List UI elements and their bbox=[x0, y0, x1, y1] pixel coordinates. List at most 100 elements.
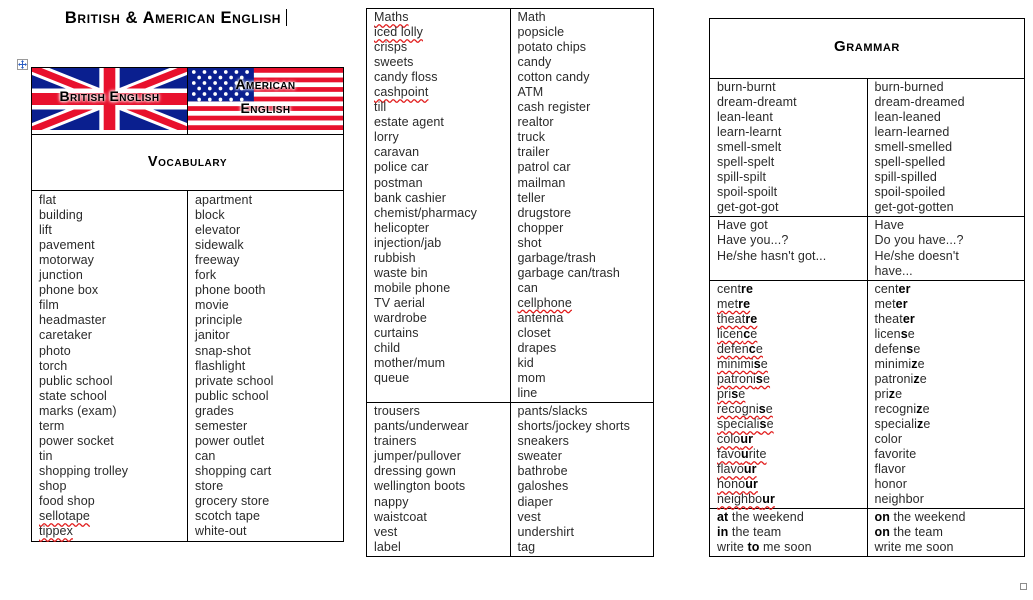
highlighted-letters: z bbox=[917, 417, 924, 432]
highlighted-letters: u bbox=[741, 447, 749, 462]
list-item: lorry bbox=[374, 130, 399, 145]
list-item: burn-burnt bbox=[717, 80, 776, 94]
misspelled-word: prise bbox=[717, 386, 746, 401]
list-item: candy floss bbox=[374, 70, 438, 85]
spelling-word: recognize bbox=[874, 401, 930, 416]
list-item: child bbox=[374, 341, 401, 356]
list-item: diaper bbox=[517, 494, 553, 509]
list-item: mailman bbox=[517, 175, 566, 190]
misspelled-word: flavour bbox=[717, 462, 757, 477]
list-item: power socket bbox=[39, 433, 114, 448]
list-item: injection/jab bbox=[374, 235, 442, 250]
list-item: lift bbox=[39, 223, 52, 238]
highlighted-letters: s bbox=[731, 386, 739, 401]
list-item: caravan bbox=[374, 145, 420, 160]
have-got-row: Have got Have you...? He/she hasn't got...… bbox=[709, 216, 1025, 281]
page-title-text: British & American English bbox=[64, 9, 282, 27]
list-item: torch bbox=[39, 358, 68, 373]
list-item: jumper/pullover bbox=[374, 449, 461, 464]
list-item: till bbox=[374, 100, 387, 115]
misspelled-word: metre bbox=[717, 296, 751, 311]
spelling-word: meter bbox=[874, 296, 908, 311]
list-item: get-got-got bbox=[717, 200, 779, 215]
list-item: smell-smelt bbox=[717, 140, 782, 155]
spelling-word: neighbor bbox=[874, 492, 924, 507]
list-item: garbage can/trash bbox=[517, 265, 620, 280]
british-prepositions-cell: at the weekend in the team write to me soo… bbox=[709, 508, 868, 558]
list-item: shot bbox=[517, 235, 542, 250]
list-item: rubbish bbox=[374, 250, 416, 265]
highlighted-letters: re bbox=[741, 281, 754, 296]
list-item: popsicle bbox=[517, 25, 565, 40]
list-item: ATM bbox=[517, 85, 544, 100]
list-item: meter bbox=[875, 297, 1025, 312]
list-item: vest bbox=[517, 509, 541, 524]
misspelled-word: tippex bbox=[39, 524, 73, 539]
table-resize-handle[interactable] bbox=[1020, 583, 1027, 590]
list-item: block bbox=[195, 208, 225, 223]
spelling-word: center bbox=[874, 281, 911, 296]
british-verbs-cell: burn-burnt dream-dreamt lean-leant learn-le… bbox=[709, 77, 868, 218]
list-item: patronize bbox=[875, 372, 1025, 387]
list-item: defense bbox=[875, 342, 1025, 357]
list-item: phone box bbox=[39, 283, 99, 298]
list-item: recognize bbox=[875, 402, 1025, 417]
highlighted-letters: er bbox=[898, 281, 911, 296]
list-item: iced lolly bbox=[374, 25, 510, 40]
list-item: closet bbox=[517, 325, 551, 340]
table-move-handle[interactable] bbox=[17, 59, 28, 70]
highlighted-preposition: to bbox=[747, 540, 760, 555]
list-item: bank cashier bbox=[374, 190, 447, 205]
misspelled-word: recognise bbox=[717, 401, 773, 416]
list-item: license bbox=[875, 327, 1025, 342]
list-item: can bbox=[517, 280, 538, 295]
list-item: spill-spilt bbox=[717, 170, 767, 185]
list-item: marks (exam) bbox=[39, 403, 117, 418]
list-item: truck bbox=[517, 130, 546, 145]
list-item: police car bbox=[374, 160, 429, 175]
list-item: shop bbox=[39, 478, 67, 493]
list-item: cellphone bbox=[518, 296, 654, 311]
list-item: trousers bbox=[374, 404, 420, 419]
list-item: dressing gown bbox=[374, 464, 456, 479]
american-vocabulary-cell: apartment block elevator sidewalk freeway for… bbox=[187, 190, 344, 543]
misspelled-word: licence bbox=[717, 326, 758, 341]
misspelled-word: neighbour bbox=[717, 492, 775, 507]
british-flag-cell: British English bbox=[31, 66, 188, 136]
list-item: apartment bbox=[195, 193, 253, 208]
list-item: shopping trolley bbox=[39, 463, 129, 478]
american-prepositions-cell: on the weekend on the team write me soon bbox=[866, 508, 1025, 558]
misspelled-word: patronise bbox=[717, 371, 771, 386]
list-item: Math bbox=[517, 10, 546, 24]
misspelled-word: honour bbox=[717, 477, 758, 492]
highlighted-letters: s bbox=[900, 326, 908, 341]
list-item: drapes bbox=[517, 341, 557, 356]
list-item: scotch tape bbox=[195, 509, 261, 524]
list-item: headmaster bbox=[39, 313, 107, 328]
list-item: get-got-gotten bbox=[874, 200, 954, 215]
list-item: nappy bbox=[374, 494, 409, 509]
spelling-word: prize bbox=[874, 386, 903, 401]
list-item: TV aerial bbox=[374, 295, 425, 310]
grammar-heading-cell: Grammar bbox=[709, 18, 1025, 79]
list-item: color bbox=[875, 432, 1025, 447]
british-spelling-cell: centre metre theatre licence defence minimise… bbox=[709, 279, 868, 510]
list-item: minimise bbox=[717, 357, 867, 372]
list-item: flavour bbox=[717, 462, 867, 477]
list-item: at the weekend bbox=[717, 510, 804, 525]
list-item: state school bbox=[39, 388, 107, 403]
american-spelling-cell: center meter theater license defense minimize… bbox=[866, 279, 1025, 510]
misspelled-word: theatre bbox=[717, 311, 758, 326]
american-prepositions-list: on the weekend on the team write me soon bbox=[875, 510, 1025, 555]
misspelled-word: sellotape bbox=[39, 509, 90, 524]
list-item: chemist/pharmacy bbox=[374, 205, 478, 220]
text-cursor-caret bbox=[286, 9, 288, 26]
misspelled-word: defence bbox=[717, 341, 763, 356]
highlighted-letters: s bbox=[758, 401, 766, 416]
highlighted-preposition: at bbox=[717, 510, 729, 525]
list-item: kid bbox=[517, 356, 534, 371]
list-item: bathrobe bbox=[517, 464, 568, 479]
list-item: shorts/jockey shorts bbox=[517, 419, 630, 434]
misspelled-word: minimise bbox=[717, 356, 768, 371]
american-flag-cell: American English bbox=[187, 66, 344, 136]
